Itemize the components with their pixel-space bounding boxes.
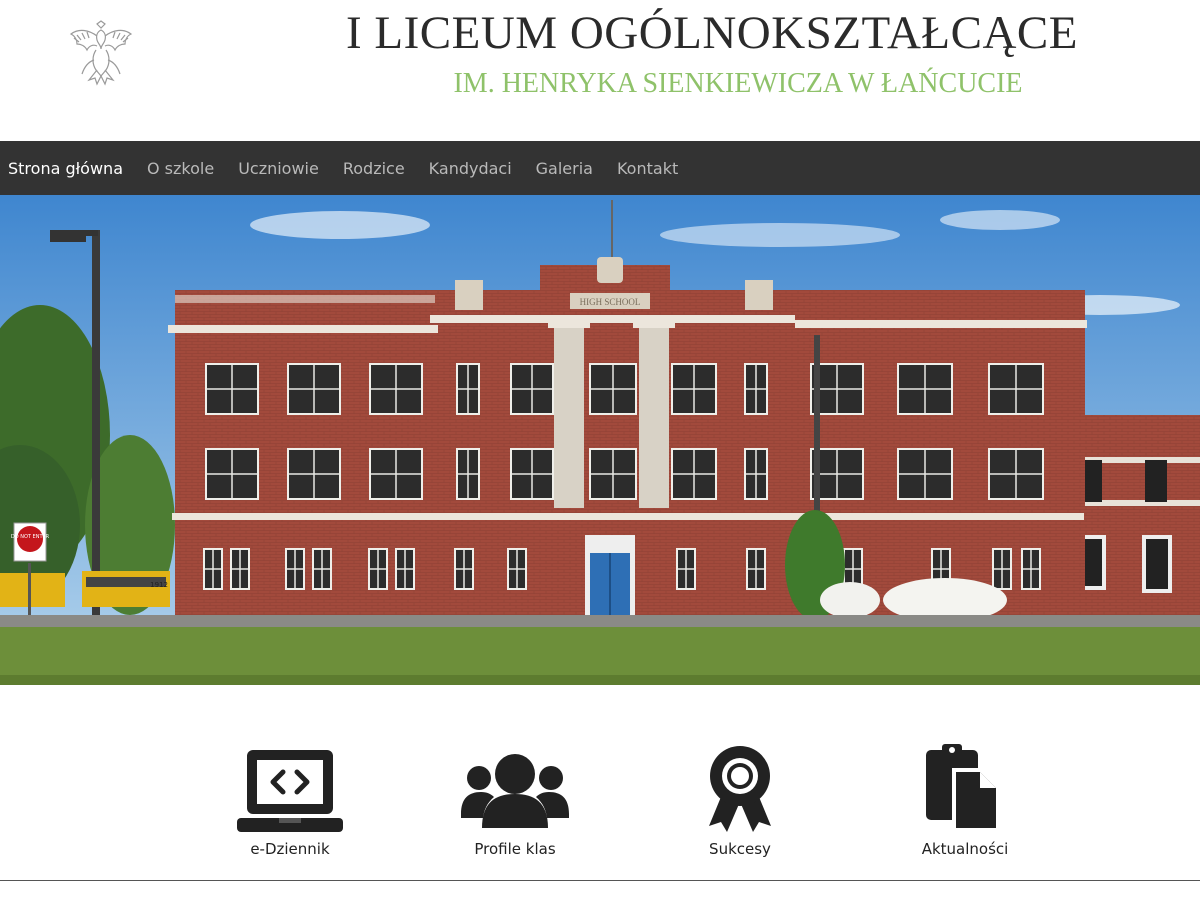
nav-item-parents[interactable]: Rodzice: [343, 159, 405, 178]
nav-item-candidates[interactable]: Kandydaci: [429, 159, 512, 178]
school-subtitle: IM. HENRYKA SIENKIEWICZA W ŁAŃCUCIE: [453, 68, 1023, 99]
nav-item-students[interactable]: Uczniowie: [238, 159, 319, 178]
tile-label: Profile klas: [474, 840, 556, 858]
clipboard-document-icon: [926, 744, 1000, 832]
nav-item-gallery[interactable]: Galeria: [536, 159, 593, 178]
tile-label: Aktualności: [921, 840, 1009, 858]
nav-item-about-school[interactable]: O szkole: [147, 159, 214, 178]
site-header: I LICEUM OGÓLNOKSZTAŁCĄCE IM. HENRYKA SI…: [0, 0, 1200, 141]
building-sign: HIGH SCHOOL: [580, 297, 641, 307]
hero-school-photo: HIGH SCHOOL 1912 DO NOT ENTER: [0, 195, 1200, 685]
footer-divider: [0, 880, 1200, 881]
bus-number: 1912: [150, 581, 168, 589]
tile-label: Sukcesy: [709, 840, 771, 858]
quick-links: e-Dziennik Profile klas Sukcesy Aktualno…: [0, 740, 1200, 860]
polish-eagle-emblem-icon: [69, 20, 133, 86]
tile-label: e-Dziennik: [250, 840, 330, 858]
tile-profile-klas[interactable]: Profile klas: [435, 740, 595, 858]
tile-e-dziennik[interactable]: e-Dziennik: [210, 740, 370, 858]
laptop-code-icon: [237, 750, 343, 832]
main-navigation: Strona główna O szkole Uczniowie Rodzice…: [0, 141, 1200, 195]
users-group-icon: [461, 754, 569, 828]
stop-sign-label: DO NOT ENTER: [11, 534, 50, 540]
tile-aktualnosci[interactable]: Aktualności: [885, 740, 1045, 858]
nav-item-contact[interactable]: Kontakt: [617, 159, 678, 178]
tile-sukcesy[interactable]: Sukcesy: [660, 740, 820, 858]
award-ribbon-icon: [709, 746, 771, 832]
nav-item-home[interactable]: Strona główna: [8, 159, 123, 178]
school-title: I LICEUM OGÓLNOKSZTAŁCĄCE: [346, 7, 1078, 59]
